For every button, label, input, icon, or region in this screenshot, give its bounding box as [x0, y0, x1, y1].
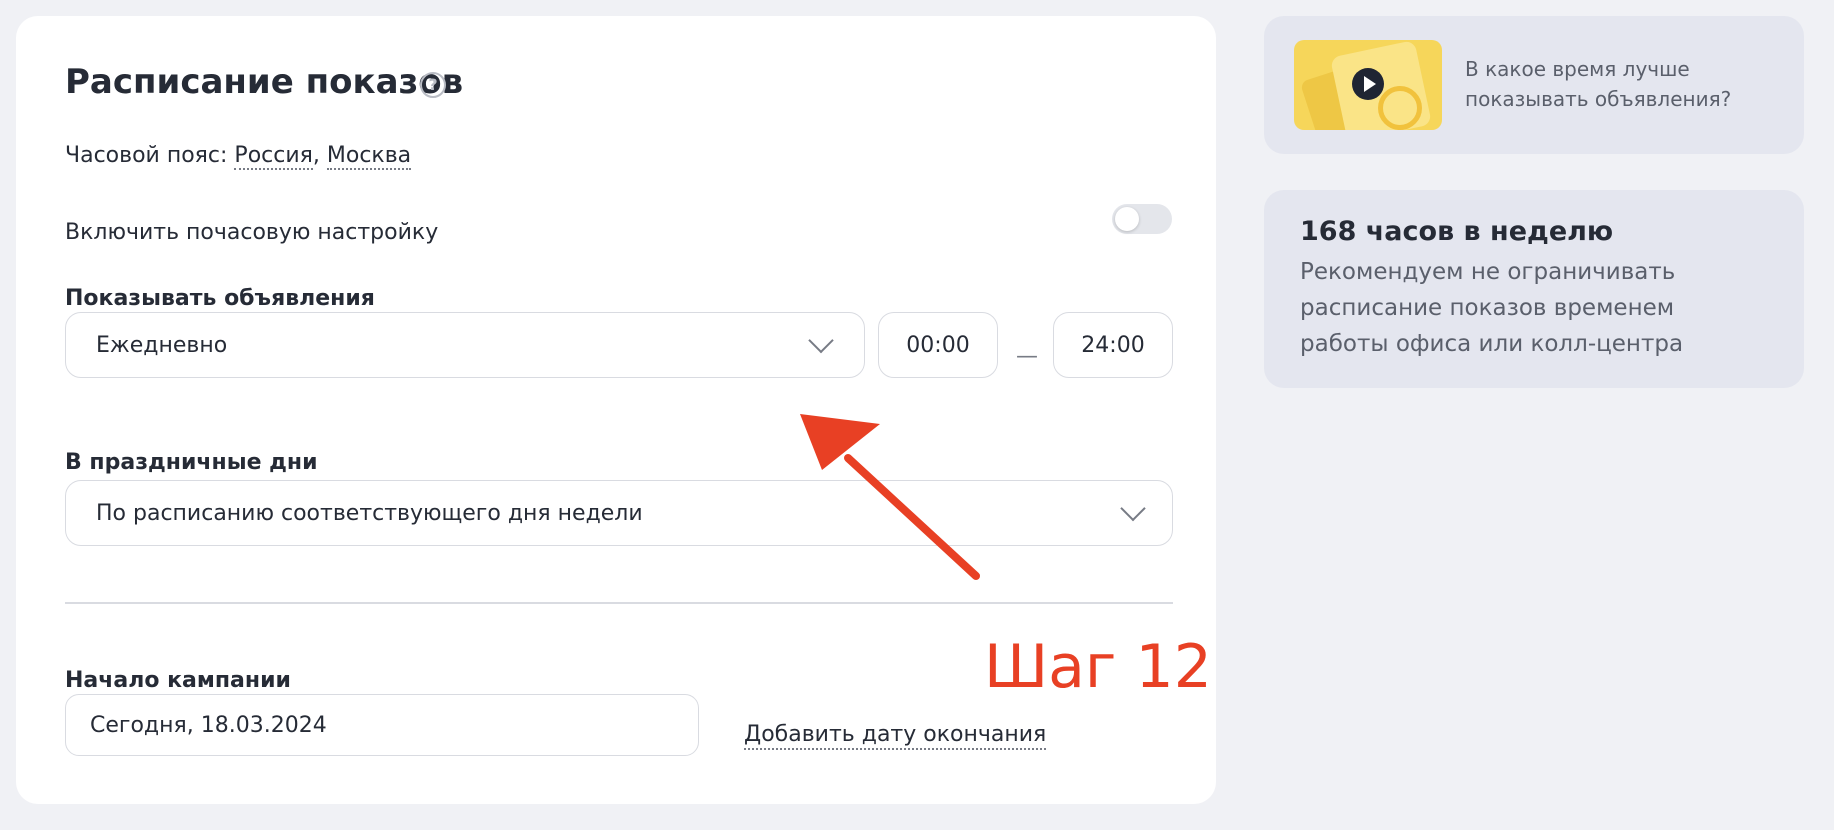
recommendation-text: Рекомендуем не ограничивать расписание п…	[1300, 259, 1684, 357]
play-icon[interactable]	[1352, 68, 1384, 100]
recommendation-card: 168 часов в неделю Рекомендуем не ограни…	[1264, 190, 1804, 388]
arrow-shaft	[844, 454, 980, 580]
video-thumbnail[interactable]	[1294, 40, 1442, 130]
arrow-head	[800, 414, 880, 470]
play-triangle	[1363, 76, 1376, 92]
thumb-ring	[1378, 86, 1422, 130]
recommendation-title: 168 часов в неделю	[1300, 216, 1614, 247]
video-tip-card[interactable]: В какое время лучше показывать объявлени…	[1264, 16, 1804, 154]
video-tip-text[interactable]: В какое время лучше показывать объявлени…	[1465, 54, 1765, 114]
